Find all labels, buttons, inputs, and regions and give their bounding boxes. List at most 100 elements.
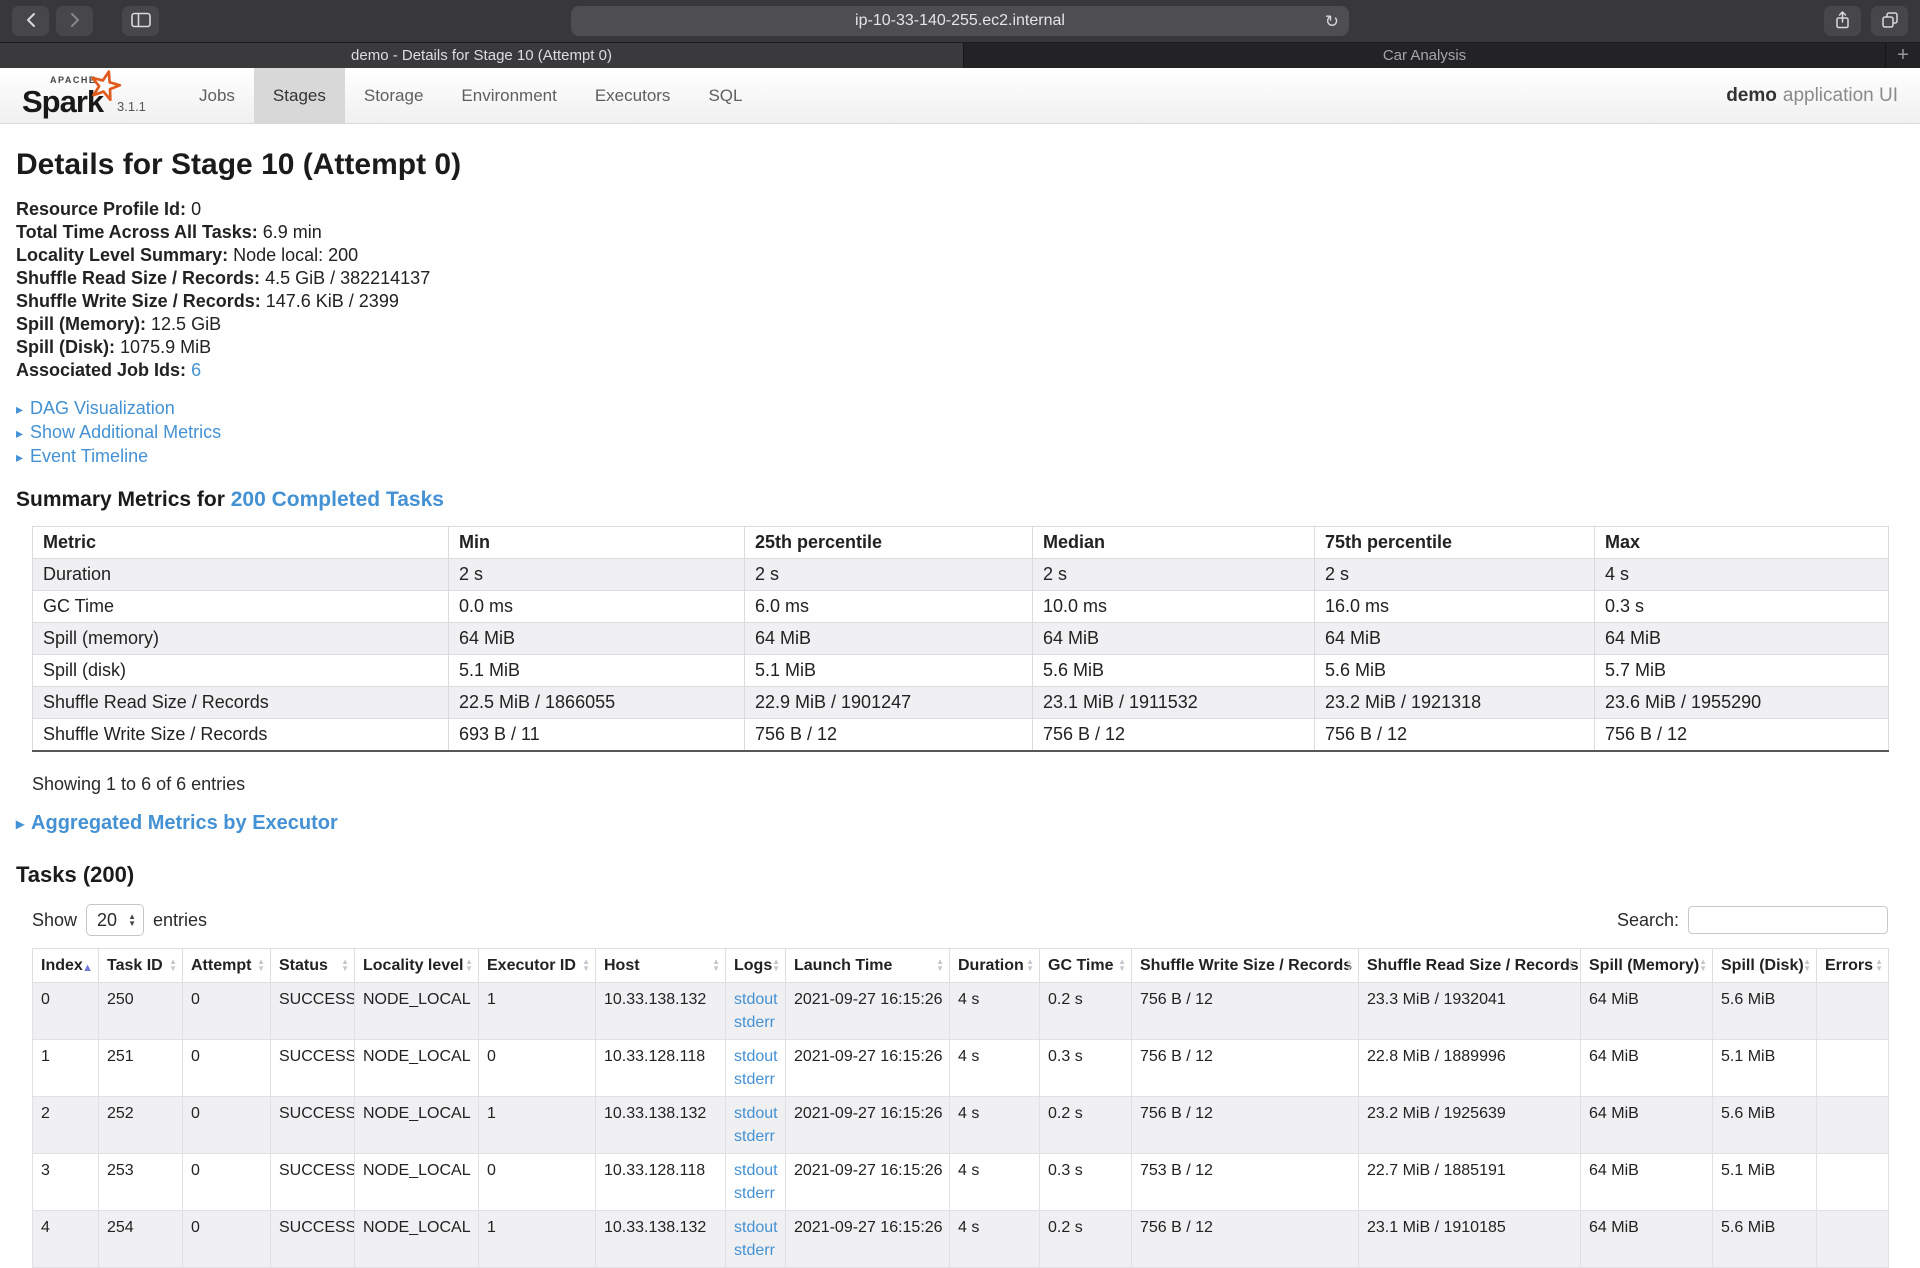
nav-label[interactable]: Environment — [442, 68, 575, 124]
column-header-task-id[interactable]: Task ID▲▼ — [99, 949, 183, 983]
nav-item-environment[interactable]: Environment — [442, 68, 575, 123]
task-cell: 64 MiB — [1581, 1097, 1713, 1154]
task-cell: 4 s — [950, 1040, 1040, 1097]
task-cell: 22.8 MiB / 1889996 — [1359, 1040, 1581, 1097]
column-header-locality-level[interactable]: Locality level▲▼ — [355, 949, 479, 983]
forward-button[interactable] — [56, 6, 93, 36]
toggle-line: ▸Show Additional Metrics — [16, 421, 1904, 445]
summary-cell: 10.0 ms — [1033, 591, 1315, 623]
share-button[interactable] — [1824, 6, 1861, 36]
nav-item-storage[interactable]: Storage — [345, 68, 443, 123]
spark-nav: JobsStagesStorageEnvironmentExecutorsSQL — [180, 68, 761, 123]
property-label: Associated Job Ids: — [16, 360, 186, 380]
summary-cell: 756 B / 12 — [1595, 719, 1889, 752]
column-label: Min — [459, 532, 490, 552]
summary-cell: GC Time — [33, 591, 449, 623]
stdout-link[interactable]: stdout — [734, 1159, 777, 1182]
column-header-duration[interactable]: Duration▲▼ — [950, 949, 1040, 983]
tasks-table: Index▲Task ID▲▼Attempt▲▼Status▲▼Locality… — [32, 948, 1889, 1268]
column-label: Duration — [958, 957, 1024, 974]
task-cell: 22.7 MiB / 1885191 — [1359, 1154, 1581, 1211]
stderr-link[interactable]: stderr — [734, 1182, 777, 1205]
app-suffix: application UI — [1783, 85, 1898, 107]
column-label: Spill (Memory) — [1589, 957, 1699, 974]
nav-label[interactable]: Executors — [576, 68, 690, 124]
nav-item-jobs[interactable]: Jobs — [180, 68, 254, 123]
summary-cell: 64 MiB — [1595, 623, 1889, 655]
nav-label[interactable]: SQL — [689, 68, 761, 124]
summary-cell: Spill (memory) — [33, 623, 449, 655]
task-cell: 4 — [33, 1211, 99, 1268]
sidebar-toggle-button[interactable] — [122, 6, 159, 36]
browser-tab-demo[interactable]: demo - Details for Stage 10 (Attempt 0) — [0, 43, 964, 68]
column-header-spill-memory[interactable]: Spill (Memory)▲▼ — [1581, 949, 1713, 983]
column-header-launch-time[interactable]: Launch Time▲▼ — [786, 949, 950, 983]
nav-item-stages[interactable]: Stages — [254, 68, 345, 123]
column-label: Shuffle Write Size / Records — [1140, 957, 1352, 974]
task-cell: 23.2 MiB / 1925639 — [1359, 1097, 1581, 1154]
page-size-select[interactable]: 20 ▲▼ — [86, 904, 144, 936]
completed-tasks-link[interactable]: 200 Completed Tasks — [231, 488, 444, 511]
column-header-executor-id[interactable]: Executor ID▲▼ — [479, 949, 596, 983]
task-cell: 756 B / 12 — [1132, 983, 1359, 1040]
stderr-link[interactable]: stderr — [734, 1068, 777, 1091]
column-header-logs[interactable]: Logs▲▼ — [726, 949, 786, 983]
task-cell: 250 — [99, 983, 183, 1040]
job-id-link[interactable]: 6 — [191, 360, 201, 380]
nav-label[interactable]: Stages — [254, 68, 345, 124]
summary-cell: 0.3 s — [1595, 591, 1889, 623]
sidebar-icon — [131, 12, 151, 31]
tabs-overview-icon — [1881, 11, 1899, 32]
stdout-link[interactable]: stdout — [734, 1102, 777, 1125]
stderr-link[interactable]: stderr — [734, 1125, 777, 1148]
nav-label[interactable]: Jobs — [180, 68, 254, 124]
summary-cell: 64 MiB — [745, 623, 1033, 655]
column-header-errors[interactable]: Errors▲▼ — [1817, 949, 1889, 983]
summary-cell: 0.0 ms — [449, 591, 745, 623]
stderr-link[interactable]: stderr — [734, 1239, 777, 1262]
column-header-spill-disk[interactable]: Spill (Disk)▲▼ — [1713, 949, 1817, 983]
column-header-shuffle-write-size-records[interactable]: Shuffle Write Size / Records▲▼ — [1132, 949, 1359, 983]
task-cell: stdoutstderr — [726, 1097, 786, 1154]
stdout-link[interactable]: stdout — [734, 1216, 777, 1239]
column-header-host[interactable]: Host▲▼ — [596, 949, 726, 983]
show-label: Show — [32, 910, 77, 931]
tabs-overview-button[interactable] — [1871, 6, 1908, 36]
stage-property-shuffle-read-size-records: Shuffle Read Size / Records: 4.5 GiB / 3… — [16, 267, 1904, 290]
column-header-median: Median — [1033, 527, 1315, 559]
column-header-attempt[interactable]: Attempt▲▼ — [183, 949, 271, 983]
summary-cell: 5.1 MiB — [745, 655, 1033, 687]
toggle-event-timeline[interactable]: Event Timeline — [30, 446, 148, 466]
stderr-link[interactable]: stderr — [734, 1011, 777, 1034]
nav-item-sql[interactable]: SQL — [689, 68, 761, 123]
task-cell: 0 — [183, 983, 271, 1040]
property-label: Shuffle Read Size / Records: — [16, 268, 260, 288]
column-header-index[interactable]: Index▲ — [33, 949, 99, 983]
column-header-gc-time[interactable]: GC Time▲▼ — [1040, 949, 1132, 983]
search-input[interactable] — [1688, 906, 1888, 934]
table-row: Spill (disk)5.1 MiB5.1 MiB5.6 MiB5.6 MiB… — [33, 655, 1889, 687]
column-label: 75th percentile — [1325, 532, 1452, 552]
toggle-dag-visualization[interactable]: DAG Visualization — [30, 398, 175, 418]
spark-logo[interactable]: APACHE Spark 3.1.1 — [14, 68, 154, 123]
nav-label[interactable]: Storage — [345, 68, 443, 124]
toggle-aggregated-metrics[interactable]: Aggregated Metrics by Executor — [31, 812, 338, 834]
back-button[interactable] — [12, 6, 49, 36]
address-bar[interactable]: ip-10-33-140-255.ec2.internal ↻ — [571, 6, 1349, 36]
tasks-controls: Show 20 ▲▼ entries Search: — [32, 904, 1888, 936]
column-header-shuffle-read-size-records[interactable]: Shuffle Read Size / Records▲▼ — [1359, 949, 1581, 983]
task-cell: 753 B / 12 — [1132, 1154, 1359, 1211]
stdout-link[interactable]: stdout — [734, 1045, 777, 1068]
browser-tab-bar: demo - Details for Stage 10 (Attempt 0) … — [0, 42, 1920, 68]
browser-tab-car-analysis[interactable]: Car Analysis — [964, 43, 1886, 68]
nav-item-executors[interactable]: Executors — [576, 68, 690, 123]
toggle-show-additional-metrics[interactable]: Show Additional Metrics — [30, 422, 221, 442]
task-cell: 2021-09-27 16:15:26 — [786, 1211, 950, 1268]
task-cell: 0 — [33, 983, 99, 1040]
stage-toggles: ▸DAG Visualization▸Show Additional Metri… — [16, 397, 1904, 469]
reload-icon[interactable]: ↻ — [1325, 13, 1339, 30]
task-cell — [1817, 983, 1889, 1040]
new-tab-button[interactable]: + — [1886, 43, 1920, 68]
stdout-link[interactable]: stdout — [734, 988, 777, 1011]
column-header-status[interactable]: Status▲▼ — [271, 949, 355, 983]
